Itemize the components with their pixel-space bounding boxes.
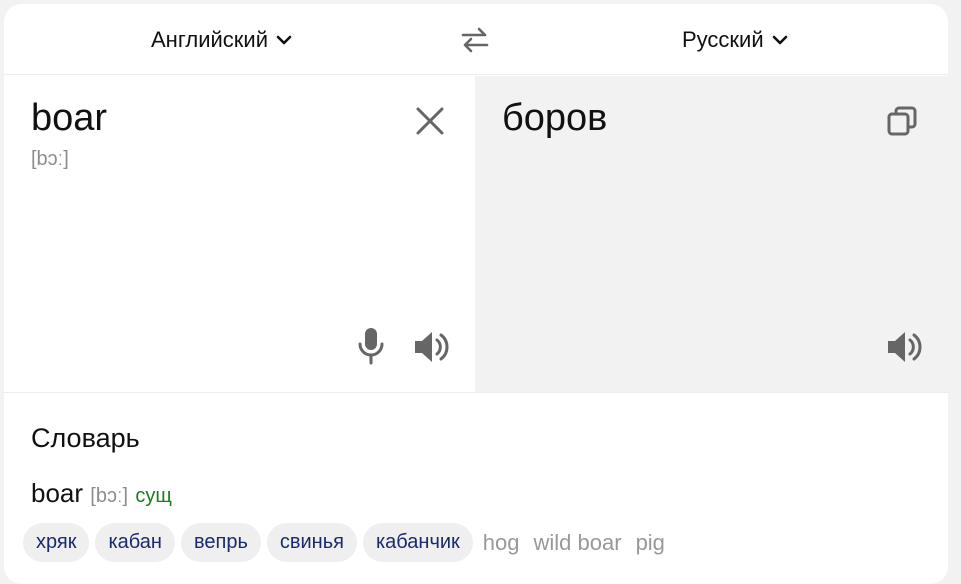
speaker-icon[interactable] xyxy=(412,328,452,366)
speaker-icon[interactable] xyxy=(885,328,925,366)
synonym-link[interactable]: pig xyxy=(632,530,669,556)
translation-chip[interactable]: кабанчик xyxy=(362,523,473,562)
source-language-label: Английский xyxy=(151,27,268,52)
entry-transcription: [bɔː] xyxy=(90,485,129,507)
microphone-icon[interactable] xyxy=(354,326,388,366)
dictionary-entry: boar [bɔː] сущ xyxy=(31,478,172,509)
target-panel: боров xyxy=(475,76,948,392)
translation-chips: хряк кабан вепрь свинья кабанчик hog wil… xyxy=(23,523,669,562)
swap-languages-icon[interactable] xyxy=(459,24,491,56)
target-language-select[interactable]: Русский xyxy=(682,26,790,54)
clear-icon[interactable] xyxy=(413,104,447,138)
translation-chip[interactable]: свинья xyxy=(266,523,357,562)
language-bar: Английский Русский xyxy=(4,4,948,75)
synonym-link[interactable]: hog xyxy=(479,530,524,556)
dictionary-section: Словарь boar [bɔː] сущ хряк кабан вепрь … xyxy=(4,392,948,584)
synonym-link[interactable]: wild boar xyxy=(530,530,626,556)
translation-chip[interactable]: хряк xyxy=(23,523,90,562)
source-panel[interactable]: boar [bɔː] xyxy=(4,76,475,392)
copy-icon[interactable] xyxy=(885,104,919,138)
source-transcription: [bɔː] xyxy=(31,148,69,170)
chevron-down-icon xyxy=(276,35,292,45)
chevron-down-icon xyxy=(772,35,787,45)
translation-chip[interactable]: кабан xyxy=(95,523,175,562)
dictionary-title: Словарь xyxy=(31,423,140,453)
source-text[interactable]: boar xyxy=(31,97,107,140)
source-language-select[interactable]: Английский xyxy=(151,26,294,54)
target-language-label: Русский xyxy=(682,27,764,52)
translation-chip[interactable]: вепрь xyxy=(180,523,261,562)
entry-word: boar xyxy=(31,478,84,508)
translation-text: боров xyxy=(502,97,608,139)
translator-card: Английский Русский boar [bɔː] боров Слов… xyxy=(4,4,948,584)
entry-part-of-speech: сущ xyxy=(135,485,172,507)
